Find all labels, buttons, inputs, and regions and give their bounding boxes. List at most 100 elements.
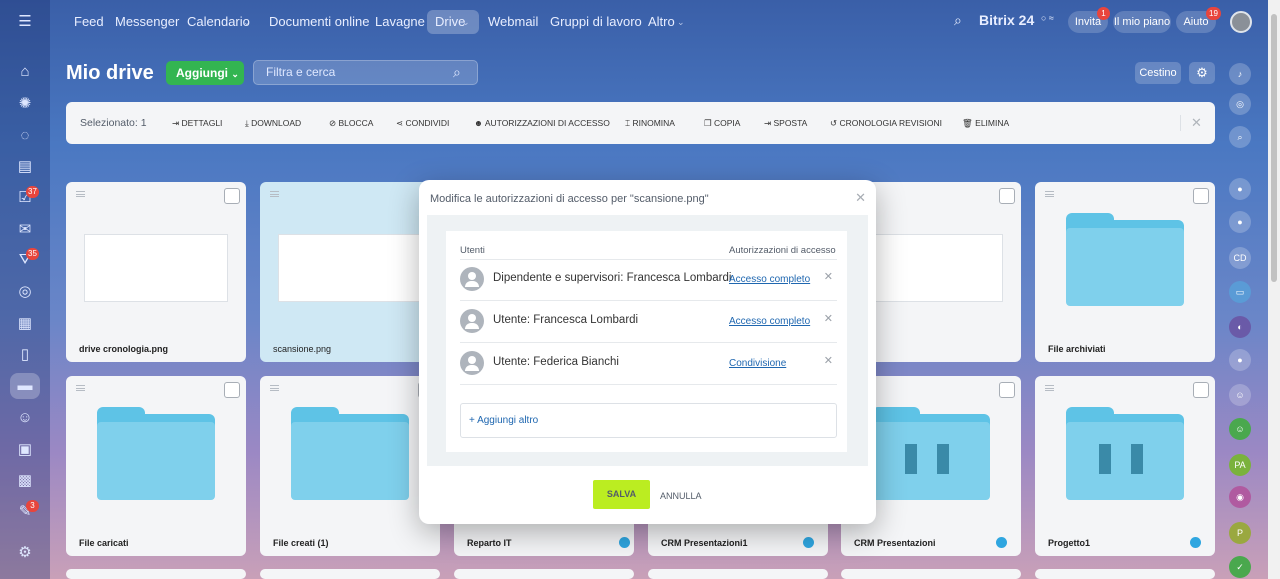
contact-avatar-p[interactable]: P	[1229, 522, 1251, 544]
users-icon[interactable]: ☺	[15, 408, 35, 428]
trash-button[interactable]: Cestino	[1135, 62, 1181, 84]
tile-partial[interactable]	[1035, 569, 1215, 579]
tile-partial[interactable]	[260, 569, 440, 579]
menu-icon[interactable]	[76, 385, 85, 391]
permissions-action[interactable]: ☻ AUTORIZZAZIONI DI ACCESSO	[474, 118, 610, 128]
my-plan-button[interactable]: Il mio piano	[1113, 11, 1171, 33]
tile-checkbox[interactable]	[999, 188, 1015, 204]
tile-checkbox[interactable]	[224, 382, 240, 398]
user-avatar[interactable]	[1230, 11, 1252, 33]
folder-tile[interactable]: File caricati	[66, 376, 246, 556]
tile-checkbox[interactable]	[224, 188, 240, 204]
search-icon[interactable]: ⌕	[954, 12, 962, 29]
drive-icon[interactable]: ▬	[15, 376, 35, 396]
permission-level-link[interactable]: Condivisione	[729, 358, 786, 369]
schedule-icon[interactable]: ▩	[15, 471, 35, 491]
lock-action[interactable]: ⊘ BLOCCA	[329, 118, 373, 129]
nav-webmail[interactable]: Webmail	[488, 14, 538, 29]
move-action[interactable]: ⇥ SPOSTA	[764, 118, 807, 129]
shared-folder-tile[interactable]: Progetto1	[1035, 376, 1215, 556]
check-icon[interactable]: ✓	[1229, 556, 1251, 578]
share-action[interactable]: ⋖ CONDIVIDI	[396, 118, 449, 129]
cancel-button[interactable]: ANNULLA	[660, 491, 702, 501]
tile-checkbox[interactable]	[1193, 188, 1209, 204]
bell-icon[interactable]: ♪	[1229, 63, 1251, 85]
settings-icon[interactable]: ⚙	[15, 543, 35, 563]
menu-icon[interactable]	[76, 191, 85, 197]
spiral-icon[interactable]: ◎	[1229, 93, 1251, 115]
add-more-button[interactable]: + Aggiungi altro	[460, 403, 837, 438]
contact-avatar-pa[interactable]: PA	[1229, 454, 1251, 476]
nav-feed[interactable]: Feed	[74, 14, 104, 29]
close-icon[interactable]: ✕	[1180, 115, 1202, 131]
delete-action[interactable]: 🗑 ELIMINA	[962, 118, 1009, 129]
target-icon[interactable]: ◎	[15, 282, 35, 302]
home-icon[interactable]: ⌂	[15, 62, 35, 82]
board-icon[interactable]: ▣	[15, 440, 35, 460]
download-action[interactable]: ⤓ DOWNLOAD	[245, 118, 301, 129]
chat-icon[interactable]: ◌	[15, 126, 35, 146]
permission-level-link[interactable]: Accesso completo	[729, 274, 810, 285]
permissions-dialog: Modifica le autorizzazioni di accesso pe…	[419, 180, 876, 524]
tile-partial[interactable]	[841, 569, 1021, 579]
menu-icon[interactable]	[270, 385, 279, 391]
group-icon[interactable]: ☺	[1229, 418, 1251, 440]
revisions-action[interactable]: ↺ CRONOLOGIA REVISIONI	[830, 118, 942, 129]
chevron-down-icon: ⌄	[231, 69, 239, 79]
contact-avatar-cd[interactable]: CD	[1229, 247, 1251, 269]
permission-row: Utente: Federica Bianchi Condivisione ✕	[460, 343, 837, 385]
brand-logo[interactable]: Bitrix 24	[979, 12, 1034, 28]
add-button[interactable]: Aggiungi ⌄	[166, 61, 244, 85]
nav-drive[interactable]: Drive	[435, 14, 465, 29]
group-icon[interactable]: ☺	[1229, 384, 1251, 406]
remove-icon[interactable]: ✕	[824, 270, 833, 283]
contact-icon[interactable]: ●	[1229, 178, 1251, 200]
tile-checkbox[interactable]	[999, 382, 1015, 398]
remove-icon[interactable]: ✕	[824, 312, 833, 325]
file-icon[interactable]: ▯	[15, 345, 35, 365]
nav-boards[interactable]: Lavagne	[375, 14, 425, 29]
details-action[interactable]: ⇥ DETTAGLI	[172, 118, 222, 129]
menu-icon[interactable]	[270, 191, 279, 197]
contact-icon[interactable]: ●	[1229, 211, 1251, 233]
menu-icon[interactable]	[1045, 385, 1054, 391]
menu-icon[interactable]: ☰	[15, 12, 35, 32]
close-icon[interactable]: ✕	[855, 190, 866, 206]
folder-tile[interactable]: File creati (1)	[260, 376, 440, 556]
mail-icon[interactable]: ✉	[15, 220, 35, 240]
shared-icon	[619, 537, 630, 548]
permission-level-link[interactable]: Accesso completo	[729, 316, 810, 327]
nav-workgroups[interactable]: Gruppi di lavoro	[550, 14, 642, 29]
remove-icon[interactable]: ✕	[824, 354, 833, 367]
file-tile[interactable]: drive cronologia.png	[66, 182, 246, 362]
search-icon[interactable]: ⌕	[453, 64, 461, 81]
nav-online-documents[interactable]: Documenti online	[269, 14, 369, 29]
feed-icon[interactable]: ✺	[15, 94, 35, 114]
document-icon[interactable]: ▤	[15, 157, 35, 177]
rename-action[interactable]: ⌶ RINOMINA	[625, 118, 675, 129]
tile-partial[interactable]	[648, 569, 828, 579]
tile-partial[interactable]	[454, 569, 634, 579]
file-tile-selected[interactable]: scansione.png	[260, 182, 440, 362]
copy-action[interactable]: ❐ COPIA	[704, 118, 740, 129]
scrollbar-thumb[interactable]	[1271, 14, 1277, 282]
nav-more[interactable]: Altro	[648, 14, 675, 29]
search-chat-icon[interactable]: ⌕	[1229, 126, 1251, 148]
tile-partial[interactable]	[66, 569, 246, 579]
tile-name: File caricati	[79, 538, 129, 548]
chevron-down-icon: ⌄	[462, 17, 470, 27]
menu-icon[interactable]	[1045, 191, 1054, 197]
contact-icon[interactable]: ●	[1229, 349, 1251, 371]
nav-messenger[interactable]: Messenger	[115, 14, 179, 29]
search-input[interactable]: Filtra e cerca	[253, 60, 478, 85]
nav-calendar[interactable]: Calendario	[187, 14, 250, 29]
calendar-icon[interactable]: ▦	[15, 314, 35, 334]
tile-checkbox[interactable]	[1193, 382, 1209, 398]
save-button[interactable]: SALVA	[593, 480, 650, 509]
tasks-badge: 37	[26, 186, 39, 198]
gear-icon[interactable]: ⚙	[1189, 62, 1215, 84]
chat-icon[interactable]: ▭	[1229, 281, 1251, 303]
contact-avatar[interactable]: ◉	[1229, 486, 1251, 508]
contact-avatar[interactable]: ◐	[1229, 316, 1251, 338]
folder-tile[interactable]: File archiviati	[1035, 182, 1215, 362]
